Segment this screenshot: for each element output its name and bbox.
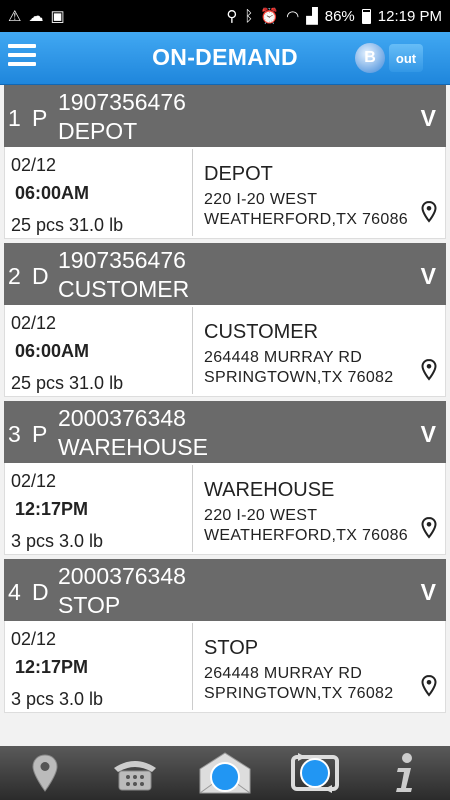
stop-card[interactable]: 4 D 2000376348 STOP V 02/12 12:17PM 3 pc…	[4, 559, 446, 713]
app-header: ON-DEMAND B out	[0, 32, 450, 85]
stop-type: P	[32, 421, 48, 447]
stop-header[interactable]: 1 P 1907356476 DEPOT V	[4, 85, 446, 147]
nav-sync-button[interactable]	[285, 748, 345, 798]
divider	[192, 149, 193, 236]
address-line-1: 264448 MURRAY RD	[204, 665, 363, 682]
divider	[192, 465, 193, 552]
company-name: CUSTOMER	[204, 321, 319, 343]
stop-date: 02/12	[11, 155, 57, 175]
order-number: 2000376348	[58, 405, 186, 431]
expand-toggle[interactable]: V	[421, 263, 436, 290]
address-line-2: WEATHERFORD,TX 76086	[204, 527, 408, 544]
stop-quantity: 3 pcs 3.0 lb	[11, 531, 104, 551]
address-line-1: 264448 MURRAY RD	[204, 349, 363, 366]
stop-name: DEPOT	[58, 118, 138, 144]
stop-time: 06:00AM	[15, 183, 90, 203]
company-name: DEPOT	[204, 163, 273, 185]
stop-date: 02/12	[11, 629, 57, 649]
stop-quantity: 3 pcs 3.0 lb	[11, 689, 104, 709]
expand-toggle[interactable]: V	[421, 579, 436, 606]
map-pin-icon[interactable]	[421, 201, 437, 223]
stop-card[interactable]: 2 D 1907356476 CUSTOMER V 02/12 06:00AM …	[4, 243, 446, 397]
stop-card[interactable]: 3 P 2000376348 WAREHOUSE V 02/12 12:17PM…	[4, 401, 446, 555]
battery-percent: 86%	[324, 7, 355, 25]
order-number: 1907356476	[58, 247, 186, 273]
stop-sequence: 4	[8, 579, 21, 605]
divider	[192, 307, 193, 394]
stop-name: WAREHOUSE	[58, 434, 208, 460]
battery-icon	[361, 8, 371, 24]
stop-card[interactable]: 1 P 1907356476 DEPOT V 02/12 06:00AM 25 …	[4, 85, 446, 239]
company-name: WAREHOUSE	[204, 479, 335, 501]
nav-map-button[interactable]	[15, 748, 75, 798]
nav-phone-button[interactable]	[105, 748, 165, 798]
nav-info-button[interactable]	[375, 748, 435, 798]
stop-time: 06:00AM	[15, 341, 90, 361]
address-line-1: 220 I-20 WEST	[204, 191, 318, 208]
stop-type: P	[32, 105, 48, 131]
order-number: 2000376348	[58, 563, 186, 589]
wifi-icon: ◠	[286, 7, 300, 25]
stop-time: 12:17PM	[15, 499, 89, 519]
warning-icon: ⚠	[8, 7, 22, 25]
stop-name: CUSTOMER	[58, 276, 190, 302]
stop-sequence: 2	[8, 263, 21, 289]
expand-toggle[interactable]: V	[421, 421, 436, 448]
address-line-2: WEATHERFORD,TX 76086	[204, 211, 408, 228]
company-name: STOP	[204, 637, 259, 659]
stop-sequence: 3	[8, 421, 21, 447]
address-line-2: SPRINGTOWN,TX 76082	[204, 685, 394, 702]
phone-icon	[114, 761, 156, 791]
stop-name: STOP	[58, 592, 121, 618]
address-line-2: SPRINGTOWN,TX 76082	[204, 369, 394, 386]
bluetooth-status-icon: ᛒ	[244, 7, 254, 25]
signal-icon: ▟	[306, 7, 318, 25]
divider	[192, 623, 193, 710]
stop-list: 1 P 1907356476 DEPOT V 02/12 06:00AM 25 …	[4, 85, 446, 717]
clock: 12:19 PM	[377, 7, 442, 25]
cloud-icon: ☁	[28, 7, 44, 25]
stop-type: D	[32, 263, 49, 289]
bluetooth-icon[interactable]: B	[355, 43, 385, 73]
stop-quantity: 25 pcs 31.0 lb	[11, 215, 124, 235]
sync-icon	[291, 753, 339, 793]
stop-quantity: 25 pcs 31.0 lb	[11, 373, 124, 393]
stop-time: 12:17PM	[15, 657, 89, 677]
nav-mail-button[interactable]	[195, 748, 255, 798]
map-pin-icon[interactable]	[421, 359, 437, 381]
location-pin-icon	[32, 754, 58, 792]
image-icon: ▣	[50, 7, 65, 25]
map-pin-icon[interactable]	[421, 675, 437, 697]
order-number: 1907356476	[58, 89, 186, 115]
stop-date: 02/12	[11, 313, 57, 333]
info-icon	[396, 753, 412, 792]
expand-toggle[interactable]: V	[421, 105, 436, 132]
out-button[interactable]: out	[389, 44, 423, 72]
address-line-1: 220 I-20 WEST	[204, 507, 318, 524]
stop-type: D	[32, 579, 49, 605]
stop-details[interactable]: 02/12 12:17PM 3 pcs 3.0 lb STOP 264448 M…	[4, 621, 446, 713]
stop-header[interactable]: 3 P 2000376348 WAREHOUSE V	[4, 401, 446, 463]
location-icon: ⚲	[226, 7, 238, 25]
stop-sequence: 1	[8, 105, 21, 131]
stop-details[interactable]: 02/12 06:00AM 25 pcs 31.0 lb CUSTOMER 26…	[4, 305, 446, 397]
map-pin-icon[interactable]	[421, 517, 437, 539]
bottom-nav	[0, 746, 450, 800]
stop-header[interactable]: 2 D 1907356476 CUSTOMER V	[4, 243, 446, 305]
stop-details[interactable]: 02/12 12:17PM 3 pcs 3.0 lb WAREHOUSE 220…	[4, 463, 446, 555]
stop-header[interactable]: 4 D 2000376348 STOP V	[4, 559, 446, 621]
stop-details[interactable]: 02/12 06:00AM 25 pcs 31.0 lb DEPOT 220 I…	[4, 147, 446, 239]
status-bar: ⚠ ☁ ▣ ⚲ ᛒ ⏰ ◠ ▟ 86% 12:19 PM	[0, 0, 450, 32]
alarm-icon: ⏰	[260, 7, 280, 25]
mail-icon	[199, 752, 251, 794]
stop-date: 02/12	[11, 471, 57, 491]
